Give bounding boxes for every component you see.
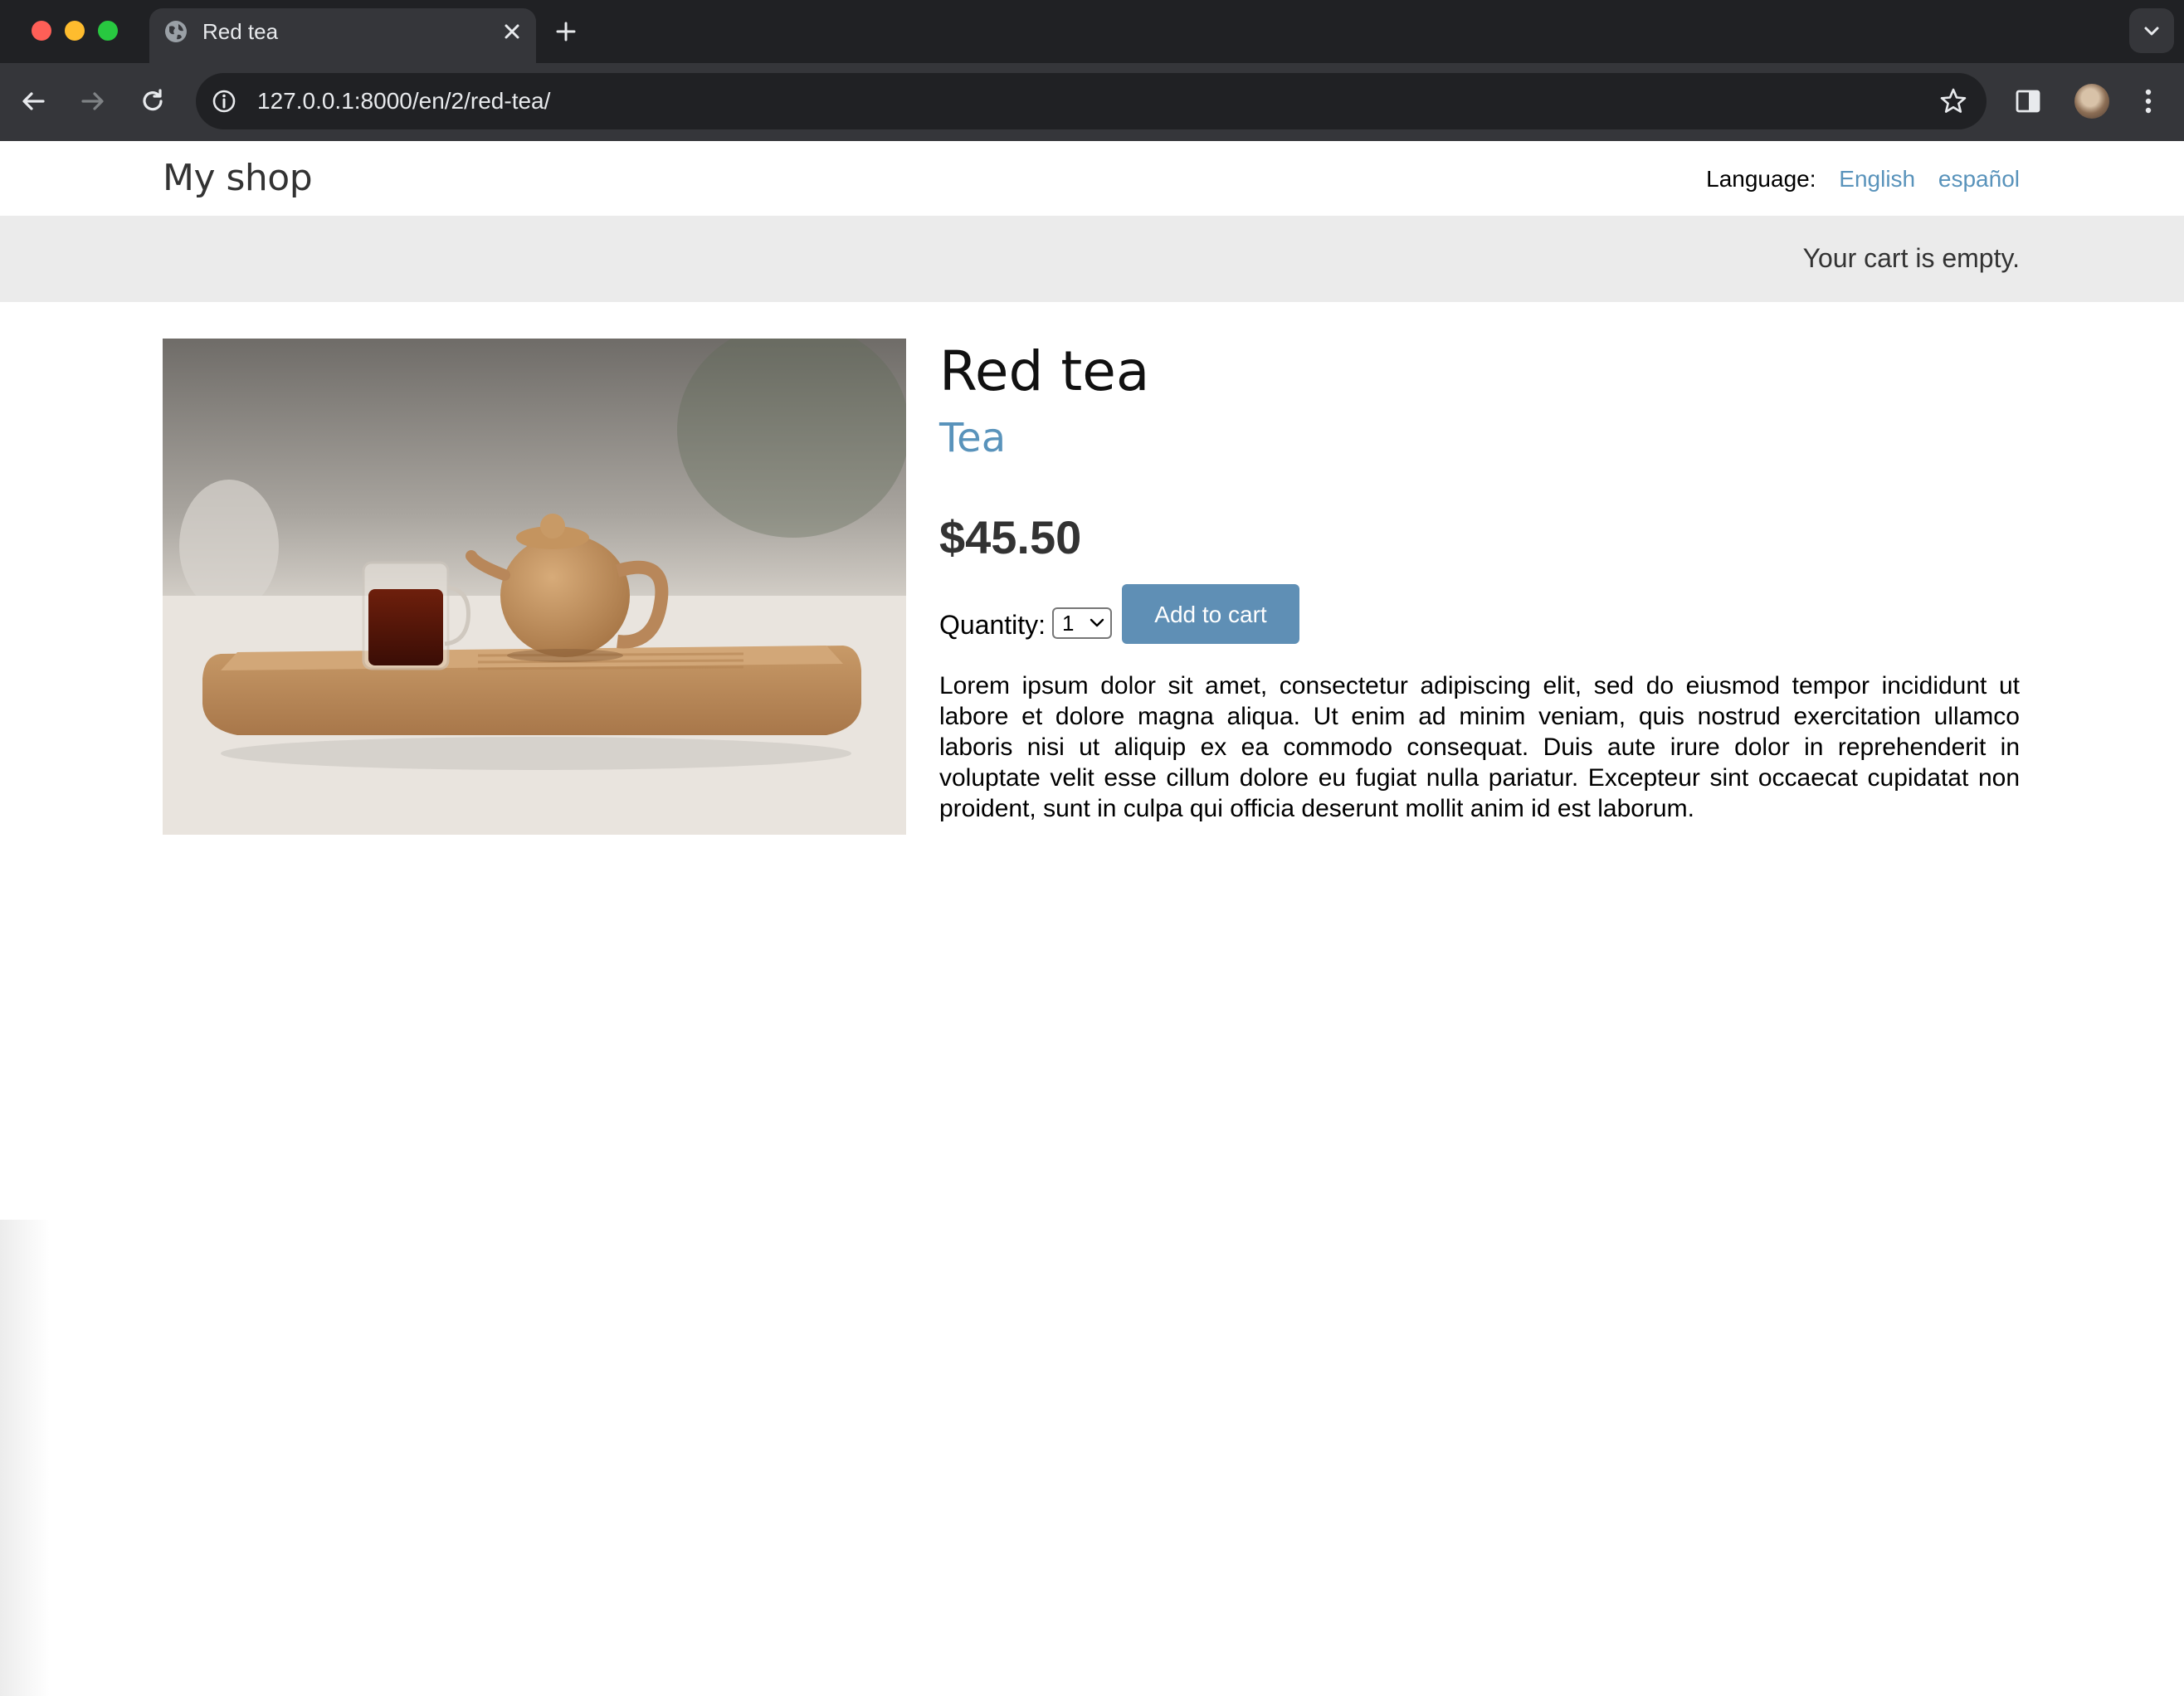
language-selector: Language: English español <box>1706 164 2020 194</box>
window-close-button[interactable] <box>32 21 51 41</box>
chevron-down-icon <box>1090 618 1104 627</box>
window-minimize-button[interactable] <box>65 21 85 41</box>
info-icon[interactable] <box>211 88 237 115</box>
page-content: My shop Language: English español Your c… <box>0 141 2184 1696</box>
product-image <box>163 339 906 835</box>
reload-icon[interactable] <box>136 85 169 118</box>
side-panel-icon[interactable] <box>2013 86 2043 116</box>
cart-status: Your cart is empty. <box>1802 243 2020 273</box>
address-bar[interactable]: 127.0.0.1:8000/en/2/red-tea/ <box>196 73 1987 129</box>
quantity-value: 1 <box>1062 611 1075 636</box>
window-maximize-button[interactable] <box>98 21 118 41</box>
tab-search-button[interactable] <box>2129 8 2174 53</box>
url-text[interactable]: 127.0.0.1:8000/en/2/red-tea/ <box>257 85 550 118</box>
product-description: Lorem ipsum dolor sit amet, consectetur … <box>939 672 2020 822</box>
star-icon[interactable] <box>1938 86 1968 116</box>
product-category-link[interactable]: Tea <box>939 413 1006 463</box>
plus-icon[interactable] <box>551 17 581 46</box>
language-link-english[interactable]: English <box>1839 166 1915 192</box>
product-name: Red tea <box>939 339 1150 403</box>
kebab-menu-icon[interactable] <box>2136 85 2161 118</box>
globe-icon <box>165 21 187 42</box>
language-label: Language: <box>1706 166 1816 192</box>
profile-avatar[interactable] <box>2074 84 2109 119</box>
browser-tab-strip: Red tea <box>0 0 2184 63</box>
close-icon[interactable] <box>500 19 524 44</box>
cart-summary-bar: Your cart is empty. <box>0 216 2184 302</box>
quantity-select[interactable]: 1 <box>1052 607 1112 639</box>
chevron-down-icon <box>2144 27 2159 36</box>
back-arrow-icon[interactable] <box>17 85 50 118</box>
tab-title: Red tea <box>202 19 279 44</box>
browser-tab-active[interactable]: Red tea <box>149 8 536 63</box>
site-title-link[interactable]: My shop <box>163 154 313 202</box>
add-to-cart-button[interactable]: Add to cart <box>1122 584 1299 644</box>
browser-toolbar: 127.0.0.1:8000/en/2/red-tea/ <box>0 63 2184 141</box>
forward-arrow-icon[interactable] <box>76 85 110 118</box>
site-header: My shop Language: English español <box>0 141 2184 216</box>
language-link-espanol[interactable]: español <box>1938 166 2020 192</box>
teapot-photo <box>163 339 906 835</box>
quantity-label: Quantity: <box>939 610 1046 640</box>
product-price: $45.50 <box>939 511 1082 563</box>
window-edge-shadow <box>0 1220 50 1696</box>
